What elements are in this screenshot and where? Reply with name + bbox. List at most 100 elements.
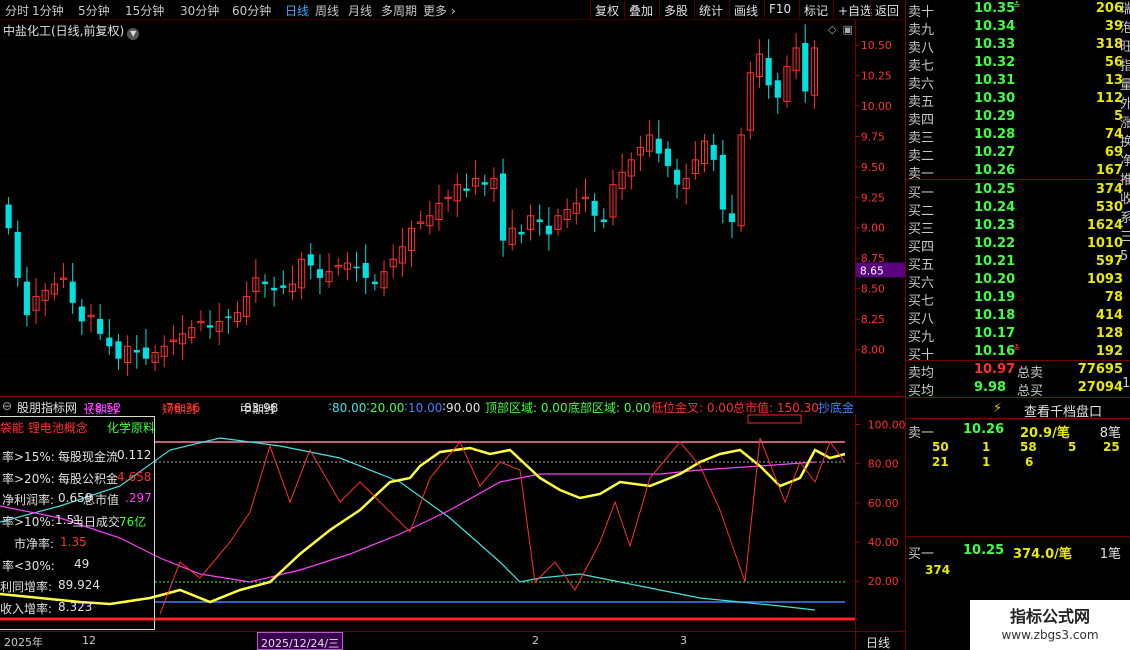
selected-date: 2025/12/24/三 — [257, 632, 344, 650]
pb-label: 市净率: — [14, 537, 55, 551]
bid-level-row[interactable]: 买八 10.18 414 — [906, 307, 1130, 327]
candle-body-down — [261, 281, 269, 285]
indicator-collapse-icon[interactable]: ⊖ — [2, 399, 12, 413]
indicator-name[interactable]: 股朋指标网 — [17, 399, 77, 414]
candle-body-down — [353, 266, 360, 269]
candle-body-down — [225, 316, 232, 318]
bid-level-row[interactable]: 买五 10.21 597 — [906, 253, 1130, 273]
ask-level-row[interactable]: 卖十 10.35 206 ≛ — [906, 0, 1130, 20]
adjust-button[interactable]: 复权 — [590, 0, 623, 19]
level-price: 10.25 — [974, 182, 1016, 197]
period-tab-monthly[interactable]: 月线 — [348, 2, 372, 19]
period-tab-weekly[interactable]: 周线 — [315, 2, 339, 19]
period-tab-timeshare[interactable]: 分时 — [5, 2, 29, 19]
candle-body-down — [536, 219, 543, 222]
side-char: 推 — [1120, 171, 1130, 190]
bid-level-row[interactable]: 买三 10.23 1624 — [906, 217, 1130, 237]
candle-body-down — [5, 204, 12, 229]
price-axis: 10.5010.2510.009.759.509.259.008.758.508… — [855, 20, 905, 396]
bid-level-row[interactable]: 买四 10.22 1010 — [906, 235, 1130, 255]
candle-body-down — [115, 341, 122, 359]
ask-level-row[interactable]: 卖三 10.28 74 — [906, 126, 1130, 146]
mid-line-value: 83.98 — [244, 401, 279, 414]
ask-level-row[interactable]: 卖四 10.29 5 — [906, 108, 1130, 128]
ask-level-row[interactable]: 卖一 10.26 167 — [906, 162, 1130, 182]
candle-body-down — [765, 57, 772, 86]
candle-body-down — [710, 144, 717, 160]
ask-level-row[interactable]: 卖二 10.27 69 — [906, 144, 1130, 164]
period-tab-1min[interactable]: 1分钟 — [32, 2, 64, 19]
side-char: 收 — [1120, 190, 1130, 209]
long-line-value: 78.52 — [87, 401, 122, 414]
candle-body-down — [774, 80, 781, 98]
price-tick-label: 8.25 — [861, 313, 885, 326]
candle-body-down — [463, 188, 470, 191]
bid-level-row[interactable]: 买十 10.16 192 ≛ — [906, 343, 1130, 363]
industry-tag: 化学原料 — [107, 421, 155, 435]
indicator-tick-label: 80.00 — [868, 458, 899, 471]
candle-body-down — [518, 231, 525, 235]
level-flag-icon: ≛ — [1013, 344, 1021, 354]
candle-body-down — [802, 42, 809, 92]
mark-button[interactable]: 标记 — [799, 0, 832, 19]
short-line-label: 短期线: 76.36 — [162, 399, 200, 414]
level-price: 10.24 — [974, 200, 1016, 215]
indicator-tick-label: 100.00 — [868, 418, 905, 431]
mid-line-label: 中期线: 83.98 — [240, 399, 278, 414]
period-tab-more[interactable]: 更多 › — [423, 2, 456, 19]
bid-level-row[interactable]: 买九 10.17 128 — [906, 325, 1130, 345]
period-tab-multi[interactable]: 多周期 — [381, 2, 417, 19]
ask-level-row[interactable]: 卖八 10.33 318 — [906, 36, 1130, 56]
period-tab-60min[interactable]: 60分钟 — [232, 2, 271, 19]
period-tab-daily[interactable]: 日线 — [285, 2, 309, 19]
ask-level-row[interactable]: 卖七 10.32 56 — [906, 54, 1130, 74]
stats-button[interactable]: 统计 — [694, 0, 727, 19]
current-price-tag: 8.65 — [860, 264, 884, 277]
bid-level-row[interactable]: 买二 10.24 530 — [906, 199, 1130, 219]
ratio3-item: 总市值 — [83, 493, 120, 507]
bottom-fishing-label: 抄底金 — [818, 401, 855, 414]
chevron-down-icon[interactable]: ▼ — [127, 28, 140, 40]
back-button[interactable]: 返回 — [870, 0, 903, 19]
ratio6-value: 49 — [74, 557, 90, 571]
candle-body-down — [664, 148, 671, 167]
candle-body-down — [371, 281, 378, 285]
candle-body-down — [719, 154, 726, 210]
price-tick-label: 8.00 — [861, 344, 885, 357]
side-char: 瑞 — [1120, 0, 1130, 19]
side-char: 涨 — [1120, 114, 1130, 133]
period-tab-15min[interactable]: 15分钟 — [125, 2, 164, 19]
diamond-icon[interactable]: ◇ — [828, 23, 836, 36]
level-90-value: 90.00 — [446, 401, 481, 414]
detail-sell-row: 卖一 10.26 20.9/笔 8笔 — [906, 421, 1130, 441]
draw-line-button[interactable]: 画线 — [729, 0, 762, 19]
chevron-right-icon: › — [447, 4, 456, 18]
indicator-tick-label: 60.00 — [868, 497, 899, 510]
bid-level-row[interactable]: 买六 10.20 1093 — [906, 271, 1130, 291]
profit-growth-value: 89.924 — [58, 578, 100, 592]
level-volume: 414 — [1095, 308, 1123, 323]
f10-button[interactable]: F10 — [764, 0, 795, 19]
level-10-label: : 10.00 — [404, 399, 443, 414]
ask-level-row[interactable]: 卖六 10.31 13 — [906, 72, 1130, 92]
candle-body-down — [316, 269, 324, 278]
level-volume: 1624 — [1086, 218, 1123, 233]
bid-level-row[interactable]: 买七 10.19 78 — [906, 289, 1130, 309]
bid-level-row[interactable]: 买一 10.25 374 — [906, 181, 1130, 201]
chart-toolbar: 分时 1分钟 5分钟 15分钟 30分钟 60分钟 日线 周线 月线 多周期 更… — [0, 0, 905, 20]
menu-square-icon[interactable]: ▣ — [842, 23, 852, 36]
candlestick-chart[interactable] — [0, 20, 905, 396]
multi-stock-button[interactable]: 多股 — [659, 0, 692, 19]
sell-order: 5 — [1068, 440, 1077, 454]
short-volatile-line — [159, 437, 846, 615]
level-price: 10.29 — [974, 109, 1016, 124]
ask-level-row[interactable]: 卖五 10.30 112 — [906, 90, 1130, 110]
sell-order: 50 — [932, 440, 949, 454]
concept-tag: 袋能 锂电池概念 — [0, 421, 88, 435]
level-volume: 192 — [1095, 344, 1123, 359]
period-indicator[interactable]: 日线 — [855, 631, 905, 650]
period-tab-5min[interactable]: 5分钟 — [78, 2, 110, 19]
ask-level-row[interactable]: 卖九 10.34 39 — [906, 18, 1130, 38]
overlay-button[interactable]: 叠加 — [624, 0, 657, 19]
period-tab-30min[interactable]: 30分钟 — [180, 2, 219, 19]
